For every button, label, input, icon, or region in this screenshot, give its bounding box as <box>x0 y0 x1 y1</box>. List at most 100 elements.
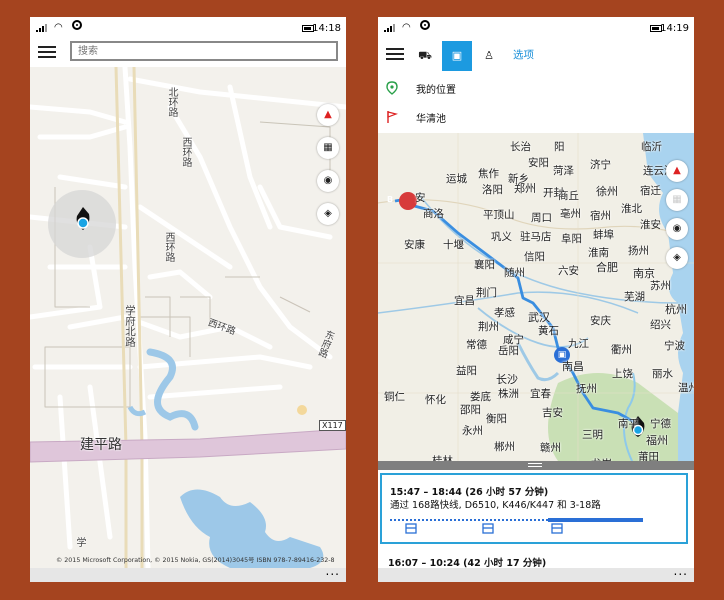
map-city-label: 抚州 <box>576 383 597 395</box>
destination-flag-icon <box>387 111 398 123</box>
compass-button[interactable]: ▲ <box>666 160 688 182</box>
map-city-label: 宁德 <box>650 418 671 430</box>
road-label-beihuan: 北环路 <box>166 87 177 117</box>
app-bar: ... <box>378 564 694 582</box>
map-city-label: 岳阳 <box>498 345 519 357</box>
map-city-label: 温州 <box>678 382 694 394</box>
status-bar: ◠ 14:18 <box>30 17 346 41</box>
map-city-label: 宿州 <box>590 210 611 222</box>
map-city-label: 丽水 <box>652 368 673 380</box>
map-city-label: 郑州 <box>514 182 536 195</box>
map-city-label: 宁波 <box>664 340 685 352</box>
search-input[interactable] <box>70 41 338 61</box>
app-bar: ... <box>30 564 346 582</box>
more-options-button[interactable]: ... <box>674 564 688 578</box>
more-options-button[interactable]: ... <box>326 564 340 578</box>
locate-me-button[interactable]: ◉ <box>317 170 339 192</box>
map-city-label: 荆州 <box>478 321 499 333</box>
map-city-label: 信阳 <box>524 251 545 263</box>
map-city-label: 孝感 <box>494 307 515 319</box>
road-label-xuefu: 学府北路 <box>124 305 136 347</box>
map-city-label: 芜湖 <box>624 291 645 303</box>
map-city-label: 长治 <box>510 141 531 153</box>
road-label-xihuan-2: 西环路 <box>163 232 174 262</box>
map-city-label: 衡阳 <box>486 413 507 425</box>
3d-view-button[interactable]: ▦ <box>317 137 339 159</box>
map-city-label: 安 <box>415 192 426 204</box>
3d-view-button[interactable]: ▦ <box>666 189 688 211</box>
map-city-label: 安庆 <box>590 315 611 327</box>
map-city-label: 菏泽 <box>553 165 574 177</box>
map-city-label: 宜春 <box>530 388 551 400</box>
right-phone-screen: ◠ 14:19 ⛟ ▣ ♙ 选项 我的位置 华清池 B ▣ 长治 阳 临沂 安阳… <box>378 17 694 582</box>
status-time: 14:19 <box>660 23 689 34</box>
locate-me-button[interactable]: ◉ <box>666 218 688 240</box>
map-city-label: 安阳 <box>528 157 549 169</box>
map-city-label: 焦作 <box>478 168 499 180</box>
map-city-label: 安康 <box>404 239 425 251</box>
hamburger-menu-icon[interactable] <box>38 46 56 58</box>
map-city-label: 淮北 <box>621 203 642 215</box>
map-layers-button[interactable]: ◈ <box>317 203 339 225</box>
map-city-label: 洛阳 <box>482 184 503 196</box>
map-city-label: 宿迁 <box>640 185 661 197</box>
map-city-label: 运城 <box>446 173 467 185</box>
map-city-label: 邵阳 <box>460 404 481 416</box>
route-map-view[interactable]: B ▣ 长治 阳 临沂 安阳 菏泽 济宁 运城 焦作 新乡 连云港 洛阳 郑州 … <box>378 133 694 461</box>
map-city-label: 南昌 <box>562 360 584 373</box>
map-city-label: 怀化 <box>425 394 446 406</box>
map-city-label: 济宁 <box>590 159 611 171</box>
wifi-icon: ◠ <box>402 22 411 33</box>
map-city-label: 扬州 <box>628 245 649 257</box>
route-1-times: 15:47 – 18:44 (26 小时 57 分钟) <box>390 487 549 498</box>
destination-row[interactable]: 华清池 <box>378 101 694 133</box>
left-phone-screen: ◠ 14:18 搜索 北环路 西环路 西环路 学府北路 西环路 东府路 建平路 … <box>30 17 346 582</box>
location-status-icon <box>420 20 430 30</box>
my-location-marker-icon <box>76 207 90 230</box>
map-city-label: 绍兴 <box>650 319 671 331</box>
map-city-label: 常德 <box>466 339 487 351</box>
route-1-timeline <box>390 518 643 534</box>
map-city-label: 淮南 <box>588 247 609 259</box>
driving-mode-icon[interactable]: ⛟ <box>410 41 440 71</box>
origin-row[interactable]: 我的位置 <box>378 72 694 104</box>
signal-icon <box>36 24 47 32</box>
location-status-icon <box>72 20 82 30</box>
map-city-label: 平顶山 <box>483 209 515 221</box>
map-city-label: 襄阳 <box>474 259 495 271</box>
map-city-label: 巩义 <box>491 231 512 243</box>
map-city-label: 杭州 <box>665 303 687 316</box>
options-link[interactable]: 选项 <box>513 47 534 62</box>
route-option-2-times[interactable]: 16:07 – 10:24 (42 小时 17 分钟) <box>388 555 546 569</box>
hamburger-menu-icon[interactable] <box>386 48 404 60</box>
map-view[interactable]: 北环路 西环路 西环路 学府北路 西环路 东府路 建平路 学 X117 ▲ ▦ … <box>30 67 346 568</box>
location-pin-icon <box>386 81 398 95</box>
map-city-label: 临沂 <box>641 141 662 153</box>
map-city-label: 徐州 <box>596 185 618 198</box>
map-city-label: 铜仁 <box>384 391 405 403</box>
map-layers-button[interactable]: ◈ <box>666 247 688 269</box>
map-city-label: 阜阳 <box>561 233 582 245</box>
map-city-label: 上饶 <box>612 368 633 380</box>
road-label-jianping: 建平路 <box>80 437 122 453</box>
route-option-1[interactable]: 15:47 – 18:44 (26 小时 57 分钟) 通过 168路快线, D… <box>380 473 688 544</box>
compass-button[interactable]: ▲ <box>317 104 339 126</box>
signal-icon <box>384 24 395 32</box>
map-city-label: 南平 <box>618 418 639 430</box>
map-city-label: 十堰 <box>443 239 464 251</box>
panel-resize-handle[interactable] <box>378 461 694 470</box>
walking-mode-icon[interactable]: ♙ <box>474 41 504 71</box>
map-city-label: 合肥 <box>596 261 618 274</box>
map-city-label: 桂林 <box>432 455 453 461</box>
map-city-label: 蚌埠 <box>593 229 614 241</box>
map-city-label: 淮安 <box>640 219 661 231</box>
destination-marker-b: B <box>387 195 394 204</box>
map-city-label: 郴州 <box>494 441 515 453</box>
road-label-xihuan-1: 西环路 <box>180 137 191 167</box>
map-city-label: 黄石 <box>538 325 559 337</box>
map-city-label: 周口 <box>531 212 552 224</box>
map-city-label: 长沙 <box>496 373 518 386</box>
transit-mode-icon[interactable]: ▣ <box>442 41 472 71</box>
map-city-label: 随州 <box>504 267 525 279</box>
origin-text: 我的位置 <box>416 85 456 96</box>
